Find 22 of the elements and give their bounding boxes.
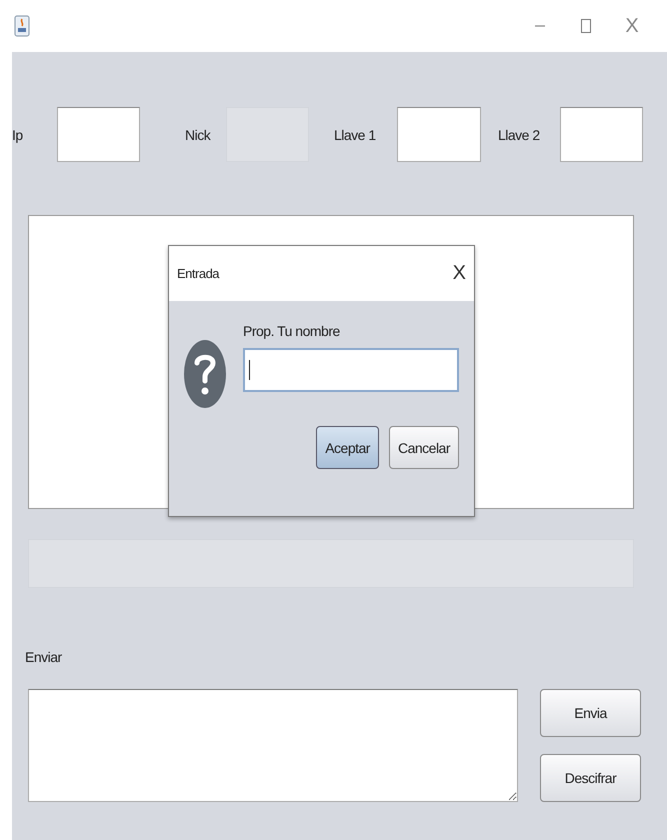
text-field[interactable] xyxy=(57,107,140,162)
question-icon xyxy=(183,339,227,409)
action-button[interactable]: Descifrar xyxy=(540,754,641,802)
dialog-button[interactable]: Cancelar xyxy=(388,426,459,469)
field-label: Nick xyxy=(185,126,212,142)
minimize-icon[interactable] xyxy=(535,25,545,27)
close-button[interactable]: X xyxy=(609,14,655,38)
text-field[interactable] xyxy=(560,107,643,162)
dialog-button[interactable]: Aceptar xyxy=(316,426,379,469)
action-button[interactable]: Envia xyxy=(540,689,641,737)
text-field[interactable] xyxy=(397,107,481,162)
message-field[interactable] xyxy=(28,689,518,802)
name-field[interactable] xyxy=(243,348,459,392)
maximize-icon[interactable] xyxy=(581,19,591,33)
field-label: Ip xyxy=(12,126,24,142)
prompt-label: Prop. Tu nombre xyxy=(243,323,341,339)
close-button[interactable]: X xyxy=(444,262,474,285)
field-label: Llave 2 xyxy=(498,126,541,142)
java-cup-icon xyxy=(14,15,30,37)
field-label: Llave 1 xyxy=(334,126,377,142)
send-label: Enviar xyxy=(25,649,62,665)
dialog-title: Entrada xyxy=(177,266,220,281)
